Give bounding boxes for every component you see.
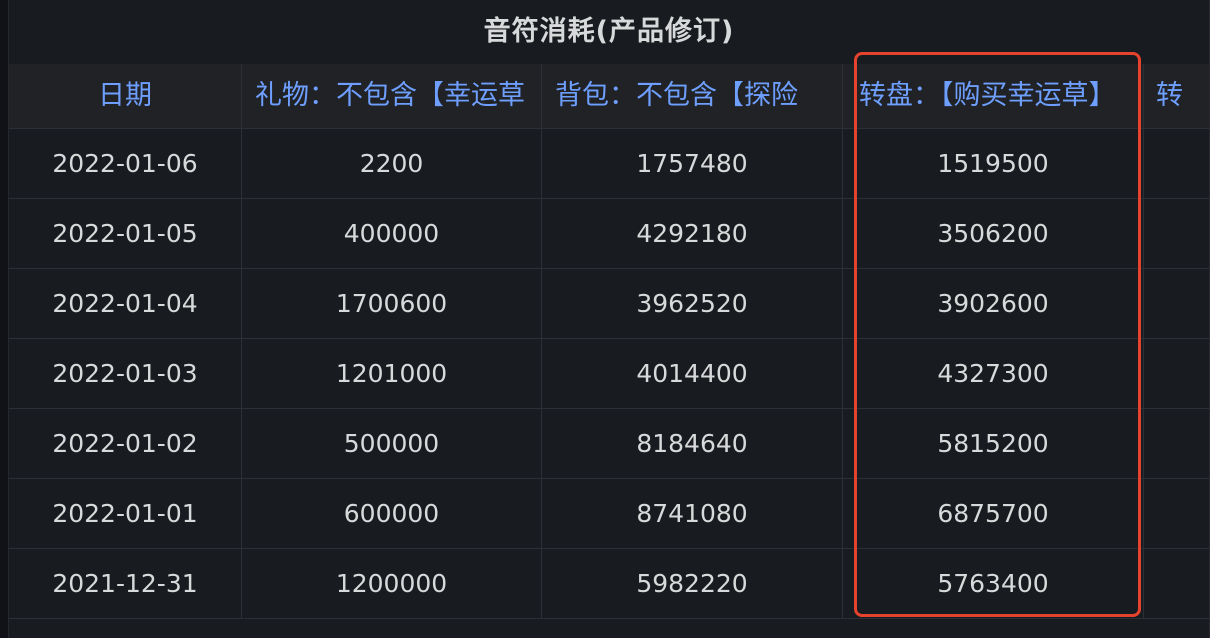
table-row: 2022-01-04 1700600 3962520 3902600 <box>9 268 1209 339</box>
table-row: 2021-12-31 1200000 5982220 5763400 <box>9 548 1209 619</box>
cell-backpack: 5982220 <box>542 549 843 619</box>
cell-wheel: 6875700 <box>843 479 1144 549</box>
cell-wheel: 3902600 <box>843 269 1144 339</box>
cell-truncated <box>1144 339 1209 409</box>
cell-gift: 600000 <box>242 479 542 549</box>
table-row: 2022-01-01 600000 8741080 6875700 <box>9 478 1209 549</box>
cell-backpack: 4014400 <box>542 339 843 409</box>
cell-backpack: 4292180 <box>542 199 843 269</box>
column-header-date[interactable]: 日期 <box>9 64 242 128</box>
panel-title[interactable]: 音符消耗(产品修订) <box>9 0 1209 64</box>
cell-date: 2021-12-31 <box>9 549 242 619</box>
cell-date: 2022-01-01 <box>9 479 242 549</box>
cell-truncated <box>1144 409 1209 479</box>
cell-truncated <box>1144 269 1209 339</box>
cell-backpack: 1757480 <box>542 129 843 199</box>
cell-truncated <box>1144 479 1209 549</box>
cell-wheel: 5815200 <box>843 409 1144 479</box>
table-row: 2022-01-06 2200 1757480 1519500 <box>9 128 1209 199</box>
column-header-backpack[interactable]: 背包：不包含【探险 <box>542 64 843 128</box>
cell-gift: 1201000 <box>242 339 542 409</box>
cell-wheel: 3506200 <box>843 199 1144 269</box>
cell-date: 2022-01-02 <box>9 409 242 479</box>
cell-truncated <box>1144 129 1209 199</box>
cell-gift: 2200 <box>242 129 542 199</box>
table-row: 2022-01-05 400000 4292180 3506200 <box>9 198 1209 269</box>
cell-date: 2022-01-05 <box>9 199 242 269</box>
cell-date: 2022-01-06 <box>9 129 242 199</box>
cell-date: 2022-01-03 <box>9 339 242 409</box>
table-panel: 音符消耗(产品修订) 日期 礼物：不包含【幸运草 背包：不包含【探险 转盘：【购… <box>8 0 1210 638</box>
table-row: 2022-01-02 500000 8184640 5815200 <box>9 408 1209 479</box>
cell-gift: 400000 <box>242 199 542 269</box>
column-header-wheel[interactable]: 转盘：【购买幸运草】 <box>843 64 1144 128</box>
cell-backpack: 8741080 <box>542 479 843 549</box>
cell-gift: 500000 <box>242 409 542 479</box>
cell-backpack: 8184640 <box>542 409 843 479</box>
cell-truncated <box>1144 549 1209 619</box>
table-footer-divider <box>9 618 1209 638</box>
cell-date: 2022-01-04 <box>9 269 242 339</box>
table-row: 2022-01-03 1201000 4014400 4327300 <box>9 338 1209 409</box>
cell-backpack: 3962520 <box>542 269 843 339</box>
column-header-truncated[interactable]: 转 <box>1144 64 1209 128</box>
cell-wheel: 1519500 <box>843 129 1144 199</box>
cell-gift: 1700600 <box>242 269 542 339</box>
cell-wheel: 5763400 <box>843 549 1144 619</box>
column-header-gift[interactable]: 礼物：不包含【幸运草 <box>242 64 542 128</box>
cell-gift: 1200000 <box>242 549 542 619</box>
table-header-row: 日期 礼物：不包含【幸运草 背包：不包含【探险 转盘：【购买幸运草】 转 <box>9 64 1209 128</box>
cell-truncated <box>1144 199 1209 269</box>
cell-wheel: 4327300 <box>843 339 1144 409</box>
